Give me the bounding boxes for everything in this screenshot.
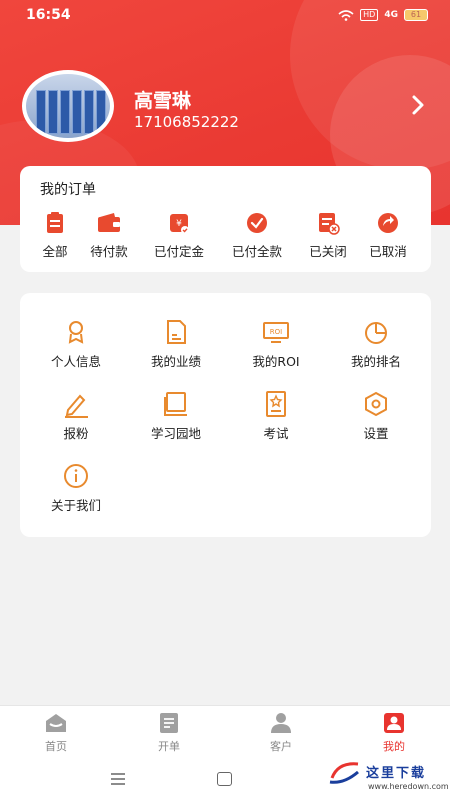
order-deposit-button[interactable]: ¥ 已付定金 bbox=[144, 211, 214, 260]
menu-ranking[interactable]: 我的排名 bbox=[326, 318, 426, 370]
home-icon bbox=[46, 714, 66, 732]
tab-home[interactable]: 首页 bbox=[26, 712, 86, 754]
exam-icon bbox=[266, 391, 286, 417]
battery-icon: 61 bbox=[404, 9, 428, 21]
order-cancelled-label: 已取消 bbox=[369, 244, 407, 259]
menu-label: 考试 bbox=[263, 426, 289, 441]
chevron-right-icon[interactable] bbox=[406, 93, 430, 117]
settings-icon bbox=[365, 391, 387, 417]
tab-label: 客户 bbox=[270, 740, 292, 753]
menu-label: 我的排名 bbox=[350, 354, 401, 369]
svg-text:¥: ¥ bbox=[176, 219, 182, 229]
tab-mine[interactable]: 我的 bbox=[364, 712, 424, 754]
status-bar: 16:54 HD 4G 61 bbox=[0, 0, 450, 32]
watermark-url: www.heredown.com bbox=[368, 782, 449, 791]
menu-personal-info[interactable]: 个人信息 bbox=[26, 318, 126, 370]
avatar[interactable] bbox=[22, 70, 114, 142]
menu-performance[interactable]: 我的业绩 bbox=[126, 318, 226, 370]
tab-bar: 首页 开单 客户 我的 bbox=[0, 705, 450, 761]
clipboard-icon bbox=[47, 212, 63, 233]
hd-badge: HD bbox=[360, 9, 379, 21]
order-pending-button[interactable]: 待付款 bbox=[74, 211, 144, 260]
check-circle-icon bbox=[247, 213, 267, 233]
book-icon bbox=[164, 392, 187, 416]
menu-icon[interactable] bbox=[110, 773, 126, 785]
user-name: 高雪琳 bbox=[134, 90, 192, 112]
home-button[interactable] bbox=[217, 772, 232, 786]
closed-icon bbox=[319, 213, 340, 235]
order-paid-label: 已付全款 bbox=[231, 244, 282, 259]
wifi-icon bbox=[338, 9, 354, 21]
menu-settings[interactable]: 设置 bbox=[326, 390, 426, 442]
order-paid-button[interactable]: 已付全款 bbox=[222, 211, 292, 260]
roi-icon: ROI bbox=[263, 322, 289, 343]
watermark: 这里下载 www.heredown.com bbox=[328, 758, 449, 798]
menu-label: 关于我们 bbox=[50, 498, 101, 513]
watermark-text: 这里下载 bbox=[366, 766, 427, 781]
watermark-logo-icon bbox=[329, 762, 359, 784]
menu-label: 报粉 bbox=[63, 426, 89, 441]
menu-learning[interactable]: 学习园地 bbox=[126, 390, 226, 442]
order-pending-label: 待付款 bbox=[90, 244, 128, 259]
pen-icon bbox=[65, 394, 88, 418]
menu-report[interactable]: 报粉 bbox=[26, 390, 126, 442]
order-cancelled-button[interactable]: 已取消 bbox=[353, 211, 423, 260]
menu-label: 设置 bbox=[363, 426, 389, 441]
tab-label: 开单 bbox=[158, 740, 180, 753]
tab-new-order[interactable]: 开单 bbox=[139, 712, 199, 754]
status-time: 16:54 bbox=[26, 7, 71, 23]
menu-label: 学习园地 bbox=[150, 426, 201, 441]
menu-roi[interactable]: ROI 我的ROI bbox=[226, 318, 326, 370]
order-form-icon bbox=[160, 713, 178, 733]
menu-exam[interactable]: 考试 bbox=[226, 390, 326, 442]
user-phone: 17106852222 bbox=[134, 113, 239, 131]
info-icon bbox=[64, 464, 88, 488]
menu-label: 个人信息 bbox=[50, 354, 101, 369]
svg-text:ROI: ROI bbox=[270, 328, 282, 336]
menu-card: 个人信息 我的业绩 ROI 我的ROI 我的排名 报粉 学习园地 考试 设置 关… bbox=[20, 293, 431, 537]
menu-about[interactable]: 关于我们 bbox=[26, 462, 126, 514]
mine-icon bbox=[384, 713, 404, 733]
orders-card: 我的订单 全部 待付款 ¥ 已付定金 已付全款 已关闭 已取消 bbox=[20, 166, 431, 272]
document-icon bbox=[167, 320, 186, 344]
order-deposit-label: 已付定金 bbox=[153, 244, 204, 259]
person-icon bbox=[68, 321, 84, 344]
menu-label: 我的ROI bbox=[252, 354, 300, 369]
tab-label: 我的 bbox=[383, 740, 405, 753]
orders-title: 我的订单 bbox=[40, 182, 96, 198]
cancel-icon bbox=[378, 213, 398, 233]
customer-icon bbox=[271, 713, 291, 733]
wallet-icon bbox=[98, 213, 120, 232]
menu-label: 我的业绩 bbox=[150, 354, 201, 369]
deposit-icon: ¥ bbox=[170, 214, 189, 234]
tab-label: 首页 bbox=[45, 740, 67, 753]
signal-icon: 4G bbox=[384, 10, 398, 20]
tab-customers[interactable]: 客户 bbox=[251, 712, 311, 754]
pie-chart-icon bbox=[365, 322, 387, 344]
